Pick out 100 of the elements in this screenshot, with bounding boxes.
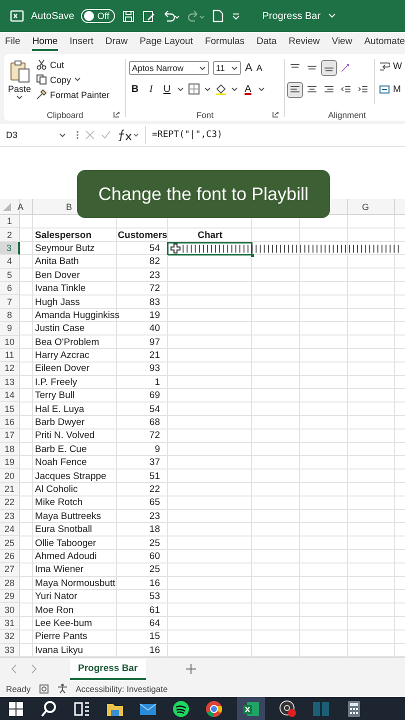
dialog-launcher-icon[interactable] <box>113 111 120 118</box>
row-header[interactable]: 32 <box>0 630 20 644</box>
chevron-down-icon[interactable] <box>177 86 184 92</box>
row-header[interactable]: 10 <box>0 336 20 349</box>
row-header[interactable]: 5 <box>0 268 20 282</box>
ribbon-tab[interactable]: Review <box>288 34 320 50</box>
row-header[interactable]: 19 <box>0 456 20 470</box>
column-header[interactable]: B <box>66 202 72 212</box>
chevron-down-icon[interactable] <box>16 95 23 100</box>
cut-button[interactable]: Cut <box>50 60 64 70</box>
row-header[interactable]: 8 <box>0 308 20 322</box>
font-name-dropdown[interactable]: Aptos Narrow <box>129 61 209 75</box>
row-header[interactable]: 33 <box>0 644 20 657</box>
row-header[interactable]: 21 <box>0 482 20 496</box>
row-header[interactable]: 6 <box>0 282 20 296</box>
ribbon-tab[interactable]: Data <box>256 34 277 50</box>
autosave-toggle[interactable]: Off <box>81 9 116 23</box>
row-header[interactable]: 18 <box>0 442 20 456</box>
row-header[interactable]: 28 <box>0 576 20 590</box>
italic-button[interactable]: I <box>145 84 157 94</box>
paste-icon[interactable] <box>8 59 30 83</box>
redo-icon[interactable] <box>187 10 206 22</box>
row-header[interactable]: 27 <box>0 563 20 577</box>
font-color-button[interactable]: A <box>242 84 254 94</box>
chevron-down-icon[interactable] <box>231 66 238 70</box>
excel-logo-icon[interactable] <box>10 9 24 23</box>
row-header[interactable]: 25 <box>0 536 20 550</box>
row-header[interactable]: 11 <box>0 348 20 362</box>
ribbon-tab[interactable]: Automate <box>364 34 405 50</box>
chevron-down-icon[interactable] <box>204 86 211 92</box>
excel-taskbar-button[interactable] <box>237 696 265 720</box>
chevron-down-icon[interactable] <box>199 66 206 70</box>
chevron-down-icon[interactable] <box>74 77 82 82</box>
borders-icon[interactable] <box>188 83 200 95</box>
checkmark-icon[interactable] <box>101 130 111 140</box>
row-header[interactable]: 26 <box>0 550 20 564</box>
chevron-down-icon[interactable] <box>258 86 265 92</box>
name-box[interactable]: D3 <box>6 130 70 140</box>
merge-icon[interactable] <box>379 84 390 95</box>
document-title[interactable]: Progress Bar <box>262 10 321 22</box>
copy-icon[interactable] <box>36 74 48 85</box>
row-header[interactable]: 16 <box>0 416 20 430</box>
ribbon-tab[interactable]: Insert <box>70 34 94 50</box>
new-file-icon[interactable] <box>212 9 224 23</box>
ribbon-tab[interactable]: File <box>5 34 20 50</box>
row-header[interactable]: 15 <box>0 402 20 416</box>
wrap-text-icon[interactable] <box>379 61 390 72</box>
row-header[interactable]: 2 <box>0 228 20 242</box>
row-header[interactable]: 14 <box>0 389 20 402</box>
chevron-down-icon[interactable] <box>59 132 66 138</box>
ribbon-tab[interactable]: View <box>332 34 352 50</box>
dialog-launcher-icon[interactable] <box>272 111 279 118</box>
row-header[interactable]: 29 <box>0 590 20 604</box>
row-header[interactable]: 30 <box>0 603 20 617</box>
wrap-text-label[interactable]: W <box>393 61 402 72</box>
insert-function-icon[interactable] <box>117 129 139 141</box>
grow-font-button[interactable]: A <box>245 62 252 74</box>
ribbon-tab[interactable]: Formulas <box>204 34 245 50</box>
row-header[interactable]: 23 <box>0 510 20 523</box>
row-header[interactable]: 31 <box>0 616 20 630</box>
underline-button[interactable]: U <box>161 84 173 94</box>
add-sheet-icon[interactable] <box>186 664 196 674</box>
row-header[interactable]: 12 <box>0 362 20 376</box>
ribbon-tab[interactable]: Page Layout <box>140 34 193 50</box>
copy-button[interactable]: Copy <box>50 74 72 84</box>
row-header[interactable]: 1 <box>0 215 20 228</box>
row-header[interactable]: 3 <box>0 242 20 256</box>
format-painter-button[interactable]: Format Painter <box>50 90 110 100</box>
formula-text[interactable]: =REPT("|",C3) <box>152 130 222 140</box>
ribbon-tab[interactable]: Draw <box>105 34 128 50</box>
more-icon[interactable] <box>76 130 79 140</box>
fill-bucket-icon[interactable] <box>215 83 227 95</box>
accessibility-icon[interactable] <box>56 683 68 694</box>
row-header[interactable]: 20 <box>0 469 20 483</box>
paintbrush-icon[interactable] <box>36 89 48 100</box>
chevron-down-icon[interactable] <box>231 86 238 92</box>
save-icon[interactable] <box>122 10 136 22</box>
row-header[interactable]: 24 <box>0 522 20 536</box>
sheet-tab[interactable]: Progress Bar <box>70 658 146 680</box>
bold-button[interactable]: B <box>129 84 141 94</box>
macro-icon[interactable] <box>38 684 49 694</box>
edit-document-icon[interactable] <box>142 10 156 22</box>
row-header[interactable]: 9 <box>0 322 20 336</box>
customize-icon[interactable] <box>231 11 242 21</box>
accessibility-status[interactable]: Accessibility: Investigate <box>76 684 168 694</box>
font-size-dropdown[interactable]: 11 <box>213 61 241 75</box>
merge-label[interactable]: M <box>393 84 401 95</box>
row-header[interactable]: 17 <box>0 429 20 443</box>
align-icon[interactable] <box>322 61 336 75</box>
row-header[interactable]: 13 <box>0 376 20 390</box>
column-header[interactable]: G <box>362 202 369 212</box>
scissors-icon[interactable] <box>36 59 48 70</box>
fill-handle[interactable] <box>251 254 254 258</box>
row-header[interactable]: 4 <box>0 255 20 269</box>
column-header[interactable]: A <box>17 202 24 212</box>
undo-icon[interactable] <box>162 10 180 22</box>
shrink-font-button[interactable]: A <box>256 63 262 73</box>
row-header[interactable]: 7 <box>0 295 20 309</box>
row-header[interactable]: 22 <box>0 496 20 510</box>
paste-button[interactable]: Paste <box>8 84 32 94</box>
